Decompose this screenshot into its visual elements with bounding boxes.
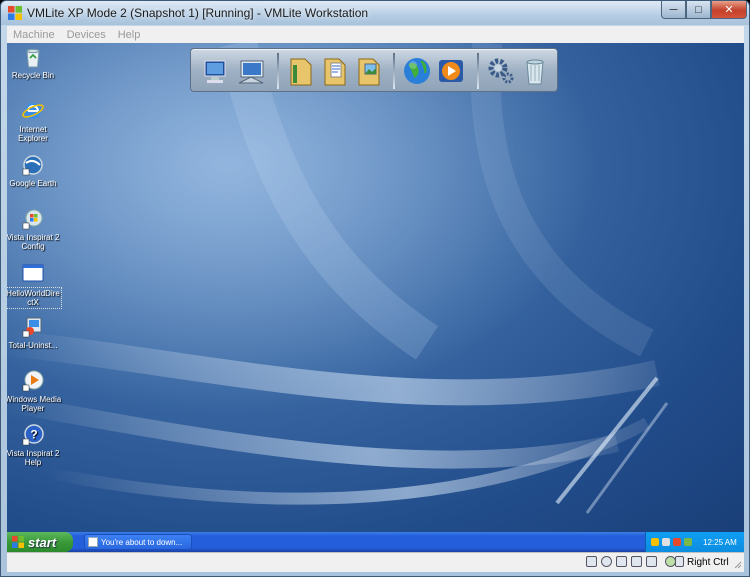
app-icon (8, 6, 22, 20)
taskbar-button-label: You're about to down... (101, 537, 183, 547)
network-adapter-icon[interactable] (646, 556, 657, 567)
start-button[interactable]: start (7, 532, 73, 552)
desktop-icon-label: Vista Inspirat 2 Config (7, 233, 60, 251)
tray-app-icon[interactable] (662, 538, 670, 546)
internet-explorer-icon (22, 103, 44, 119)
windows-media-player-icon (22, 370, 44, 392)
desktop-icon-vista-inspirat-help[interactable]: ? Vista Inspirat 2 Help (7, 423, 62, 467)
globe-icon[interactable] (401, 55, 433, 87)
folder-icon[interactable] (285, 55, 317, 87)
google-earth-icon (22, 155, 43, 176)
dock-separator (393, 53, 395, 89)
cd-drive-icon[interactable] (601, 556, 612, 567)
start-label: start (28, 534, 57, 550)
desktop-icon-recycle-bin[interactable]: Recycle Bin (7, 45, 62, 80)
title-bar[interactable]: VMLite XP Mode 2 (Snapshot 1) [Running] … (1, 1, 749, 25)
rocket-dock (190, 48, 558, 92)
desktop-icon-label: Vista Inspirat 2 Help (7, 449, 60, 467)
menu-devices[interactable]: Devices (67, 29, 106, 41)
media-player-icon[interactable] (435, 55, 467, 87)
pictures-icon[interactable] (353, 55, 385, 87)
system-tray: 12:25 AM (645, 532, 744, 552)
desktop-icon-label: Internet Explorer (18, 125, 48, 143)
dock-separator (477, 53, 479, 89)
desktop-icon-google-earth[interactable]: Google Earth (7, 153, 62, 188)
resize-grip-icon[interactable] (732, 559, 742, 569)
network-tray-icon[interactable] (684, 538, 692, 546)
host-key-label: Right Ctrl (687, 557, 729, 568)
shield-icon[interactable] (651, 538, 659, 546)
host-key-arrow-icon[interactable] (675, 556, 684, 567)
menu-bar: Machine Devices Help (7, 26, 744, 43)
close-button[interactable]: ✕ (711, 1, 747, 19)
maximize-button[interactable]: □ (686, 1, 711, 19)
recycle-bin-icon[interactable] (519, 55, 551, 87)
window-title: VMLite XP Mode 2 (Snapshot 1) [Running] … (27, 6, 369, 20)
desktop-icon-label: Windows Media Player (7, 395, 62, 413)
menu-machine[interactable]: Machine (13, 29, 55, 41)
total-uninstall-icon (22, 317, 42, 338)
help-icon: ? (22, 424, 44, 446)
windows-logo-icon (12, 536, 24, 548)
svg-text:?: ? (30, 428, 37, 442)
taskbar-button[interactable]: You're about to down... (84, 534, 192, 550)
minimize-button[interactable]: ─ (661, 1, 686, 19)
status-bar: Right Ctrl (7, 552, 744, 572)
desktop-icon-label: Total-Uninst... (8, 341, 58, 350)
taskbar: start You're about to down... 12:25 AM (7, 532, 744, 552)
shared-folders-icon[interactable] (631, 556, 642, 567)
usb-icon[interactable] (616, 556, 627, 567)
dock-separator (277, 53, 279, 89)
security-alert-icon[interactable] (673, 538, 681, 546)
documents-icon[interactable] (319, 55, 351, 87)
desktop-icon-internet-explorer[interactable]: Internet Explorer (7, 99, 62, 143)
wallpaper (7, 43, 744, 532)
vista-inspirat-config-icon (22, 209, 43, 230)
desktop-icon-label: Recycle Bin (11, 71, 55, 80)
desktop-icon-vista-inspirat-config[interactable]: Vista Inspirat 2 Config (7, 207, 62, 251)
settings-gear-icon[interactable] (485, 55, 517, 87)
network-icon[interactable] (235, 55, 267, 87)
clock[interactable]: 12:25 AM (703, 538, 737, 547)
desktop-icon-total-uninstall[interactable]: Total-Uninst... (7, 315, 62, 350)
my-computer-icon[interactable] (201, 55, 233, 87)
desktop-icon-windows-media-player[interactable]: Windows Media Player (7, 369, 62, 413)
menu-help[interactable]: Help (118, 29, 141, 41)
guest-desktop[interactable]: Recycle Bin Internet Explorer Google Ear… (7, 43, 744, 532)
window-icon (22, 264, 44, 282)
desktop-icon-helloworld[interactable]: HelloWorldDire ctX (7, 261, 62, 309)
desktop-icon-label: Google Earth (9, 179, 57, 188)
vm-window: VMLite XP Mode 2 (Snapshot 1) [Running] … (0, 0, 750, 577)
window-icon (88, 537, 98, 547)
hard-disk-icon[interactable] (586, 556, 597, 567)
recycle-bin-icon (26, 48, 40, 68)
desktop-icon-label: HelloWorldDire ctX (7, 287, 62, 309)
